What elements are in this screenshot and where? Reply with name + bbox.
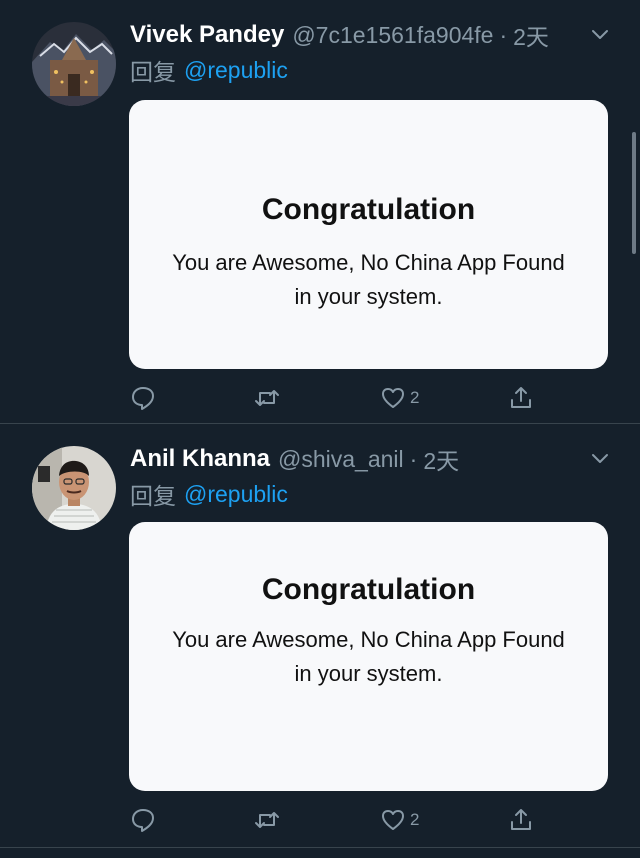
like-count: 2: [410, 388, 420, 407]
temple-photo-avatar: [32, 22, 116, 106]
card-title: Congratulation: [261, 193, 476, 226]
image-card[interactable]: Congratulation You are Awesome, No China…: [129, 522, 608, 791]
card-text-line: in your system.: [294, 661, 443, 686]
share-icon: [511, 387, 531, 408]
retweet-icon: [255, 812, 279, 828]
tweet-header: Vivek Pandey @7c1e1561fa904fe · 2天: [130, 18, 620, 52]
like-count: 2: [410, 810, 420, 829]
reply-button[interactable]: [130, 800, 156, 840]
like-button[interactable]: 2: [380, 378, 419, 418]
heart-icon: [382, 810, 404, 830]
card-text: You are Awesome, No China App Found in y…: [129, 623, 608, 691]
retweet-icon: [255, 390, 279, 406]
like-button[interactable]: 2: [380, 800, 419, 840]
heart-icon: [382, 388, 404, 408]
card-title: Congratulation: [261, 573, 476, 606]
card-text-line: You are Awesome, No China App Found: [172, 250, 565, 275]
avatar[interactable]: [32, 22, 116, 106]
reply-prefix: 回复: [130, 483, 176, 509]
card-text: You are Awesome, No China App Found in y…: [129, 246, 608, 314]
tweet[interactable]: Anil Khanna @shiva_anil · 2天 回复 @republi…: [0, 424, 640, 848]
person-photo-avatar: [32, 446, 116, 530]
user-handle[interactable]: @7c1e1561fa904fe: [292, 22, 493, 49]
avatar[interactable]: [32, 446, 116, 530]
tweet[interactable]: Vivek Pandey @7c1e1561fa904fe · 2天 回复 @r…: [0, 0, 640, 424]
reply-icon: [132, 387, 154, 410]
share-button[interactable]: [508, 378, 534, 418]
retweet-button[interactable]: [254, 800, 280, 840]
display-name[interactable]: Vivek Pandey: [130, 21, 284, 49]
separator: ·: [499, 21, 508, 48]
mention-link[interactable]: @republic: [184, 57, 288, 84]
reply-prefix: 回复: [130, 59, 176, 85]
action-bar: 2: [130, 800, 540, 840]
reply-icon: [132, 809, 154, 832]
share-icon: [511, 809, 531, 830]
card-text-line: in your system.: [294, 284, 443, 309]
separator: ·: [409, 445, 418, 472]
mention-link[interactable]: @republic: [184, 481, 288, 508]
card-text-line: You are Awesome, No China App Found: [172, 627, 565, 652]
image-card[interactable]: Congratulation You are Awesome, No China…: [129, 100, 608, 369]
reply-context: 回复 @republic: [130, 54, 288, 86]
timestamp[interactable]: 2天: [513, 18, 549, 52]
tweet-header: Anil Khanna @shiva_anil · 2天: [130, 442, 620, 476]
user-handle[interactable]: @shiva_anil: [278, 446, 404, 473]
share-button[interactable]: [508, 800, 534, 840]
retweet-button[interactable]: [254, 378, 280, 418]
reply-button[interactable]: [130, 378, 156, 418]
reply-context: 回复 @republic: [130, 478, 288, 510]
timestamp[interactable]: 2天: [423, 442, 459, 476]
chevron-down-icon[interactable]: [590, 24, 610, 44]
display-name[interactable]: Anil Khanna: [130, 445, 270, 473]
chevron-down-icon[interactable]: [590, 448, 610, 468]
action-bar: 2: [130, 378, 540, 418]
